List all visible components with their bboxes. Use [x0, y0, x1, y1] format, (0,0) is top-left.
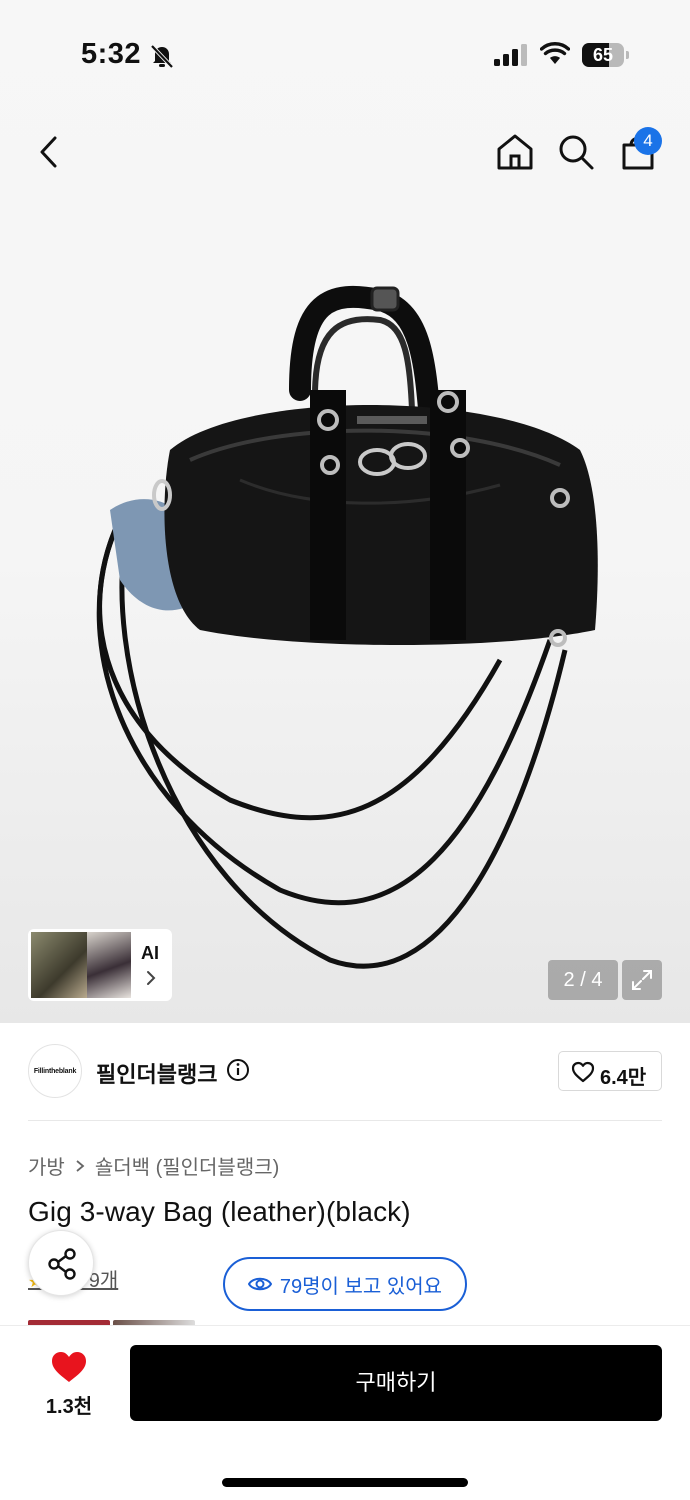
search-icon[interactable]	[556, 132, 596, 172]
viewers-count-pill[interactable]: 79명이 보고 있어요	[223, 1257, 467, 1311]
share-icon	[48, 1248, 76, 1280]
wifi-icon	[540, 42, 570, 64]
cellular-signal-icon	[494, 44, 527, 66]
battery-percent: 65	[592, 45, 614, 65]
home-icon[interactable]	[495, 132, 535, 172]
breadcrumb: 가방 숄더백 (필인더블랭크)	[28, 1151, 279, 1180]
status-time: 5:32	[81, 38, 142, 70]
ai-thumbnail	[31, 932, 87, 998]
expand-icon	[632, 970, 652, 990]
battery-indicator: 65	[582, 43, 630, 67]
ai-label: AI	[141, 943, 159, 963]
chevron-right-icon	[76, 1159, 85, 1172]
chevron-right-icon	[147, 971, 156, 985]
eye-icon	[247, 1277, 272, 1291]
cart-count-badge: 4	[634, 127, 662, 155]
ai-styling-chip[interactable]: AI	[28, 929, 172, 1001]
buy-button[interactable]: 구매하기	[130, 1345, 662, 1421]
share-button[interactable]	[28, 1230, 94, 1296]
expand-image-button[interactable]	[622, 960, 662, 1000]
brand-like-button[interactable]: 6.4만	[558, 1051, 662, 1091]
bell-off-icon	[150, 44, 174, 69]
viewers-text: 79명이 보고 있어요	[279, 1275, 443, 1298]
home-indicator[interactable]	[222, 1478, 468, 1487]
image-page-counter: 2 / 4	[548, 960, 618, 1000]
back-icon[interactable]	[34, 132, 64, 172]
brand-like-count: 6.4만	[600, 1067, 647, 1089]
brand-name[interactable]: 필인더블랭크	[96, 1057, 217, 1089]
breadcrumb-category[interactable]: 가방	[28, 1151, 65, 1180]
product-image[interactable]	[80, 280, 620, 980]
breadcrumb-subcategory[interactable]: 숄더백 (필인더블랭크)	[95, 1151, 279, 1180]
product-title: Gig 3-way Bag (leather)(black)	[28, 1196, 411, 1227]
status-bar: 5:32 65	[0, 0, 690, 110]
product-like-count: 1.3천	[45, 1396, 93, 1418]
heart-filled-icon[interactable]	[50, 1350, 88, 1384]
info-icon[interactable]	[226, 1058, 250, 1082]
brand-logo[interactable]: Fillintheblank	[28, 1044, 82, 1098]
divider	[28, 1120, 662, 1121]
heart-outline-icon	[571, 1061, 595, 1083]
ai-thumbnail	[87, 932, 131, 998]
